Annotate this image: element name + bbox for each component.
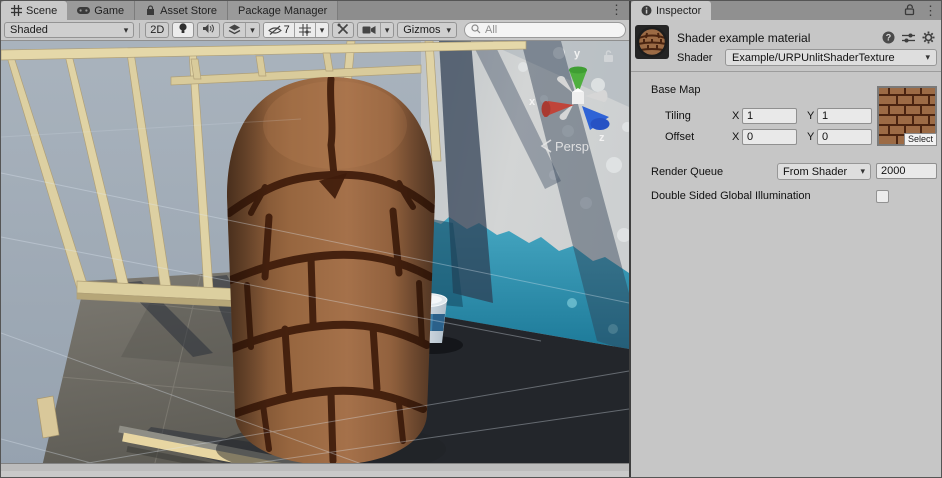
- grid-dropdown-icon[interactable]: ▾: [315, 23, 329, 37]
- material-inspector: Shader example material ?: [631, 20, 941, 477]
- tab-scene[interactable]: Scene: [1, 1, 67, 20]
- help-icon[interactable]: ?: [882, 31, 895, 47]
- material-title: Shader example material: [677, 31, 810, 45]
- gizmo-center-cube[interactable]: [572, 92, 584, 104]
- offset-x-field: [742, 129, 797, 145]
- camera-icon: [358, 23, 380, 37]
- scene-grid-icon: [11, 5, 22, 16]
- header-separator: [631, 71, 941, 72]
- grid-snap-button[interactable]: [294, 23, 315, 37]
- gear-icon[interactable]: [922, 31, 935, 47]
- render-queue-label: Render Queue: [651, 166, 723, 178]
- scene-tabbar: Scene Game Asset Store Package Manager: [1, 1, 629, 20]
- unlock-icon[interactable]: [904, 3, 916, 19]
- projection-label[interactable]: Persp: [555, 139, 589, 154]
- brick-capsule-object[interactable]: [227, 77, 435, 465]
- gizmo-x-label: x: [529, 96, 536, 108]
- shading-mode-label: Shaded: [10, 24, 48, 36]
- tab-game-label: Game: [94, 5, 124, 17]
- effects-icon: [224, 23, 245, 37]
- search-input[interactable]: [485, 24, 605, 36]
- camera-dropdown-icon: ▾: [380, 23, 394, 37]
- base-map-texture-thumbnail[interactable]: Select: [877, 86, 937, 146]
- offset-x-input[interactable]: [743, 130, 796, 144]
- material-header: Shader example material ?: [631, 20, 941, 70]
- tab-game[interactable]: Game: [67, 1, 135, 20]
- shopping-bag-icon: [145, 5, 156, 16]
- shading-mode-dropdown[interactable]: Shaded ▾: [4, 22, 134, 38]
- tiling-y-label: Y: [807, 110, 814, 122]
- render-queue-mode: From Shader: [783, 166, 847, 178]
- hidden-count-label: 7: [284, 24, 290, 36]
- toolbar-separator: [139, 23, 140, 38]
- audio-toggle-button[interactable]: [197, 22, 220, 38]
- painted-wall: [421, 41, 629, 351]
- gizmos-label: Gizmos: [403, 24, 440, 36]
- effects-dropdown-icon: ▾: [245, 23, 259, 37]
- effects-split-button[interactable]: ▾: [223, 22, 259, 38]
- shader-dropdown[interactable]: Example/URPUnlitShaderTexture ▾: [725, 49, 937, 66]
- tab-scene-label: Scene: [26, 5, 57, 17]
- gizmo-y-label: y: [574, 48, 581, 60]
- tab-asset-store[interactable]: Asset Store: [135, 1, 228, 20]
- inspector-panel: Inspector ⋮: [631, 1, 941, 477]
- lightbulb-icon: [177, 22, 189, 38]
- camera-split-button[interactable]: ▾: [357, 22, 394, 38]
- render-queue-value-input[interactable]: [877, 164, 936, 178]
- lighting-toggle-button[interactable]: [172, 22, 194, 38]
- shader-chevron-icon: ▾: [925, 52, 930, 63]
- double-sided-gi-checkbox[interactable]: [876, 190, 889, 203]
- hidden-objects-button[interactable]: 7: [264, 23, 294, 37]
- render-queue-chevron-icon: ▾: [860, 166, 865, 177]
- tab-asset-store-label: Asset Store: [160, 5, 217, 17]
- component-tools-button[interactable]: [332, 22, 354, 38]
- tiling-y-input[interactable]: [818, 109, 871, 123]
- svg-text:?: ?: [886, 33, 892, 43]
- tiling-x-input[interactable]: [743, 109, 796, 123]
- gizmo-z-label: z: [599, 132, 605, 144]
- tab-package-manager[interactable]: Package Manager: [228, 1, 338, 20]
- scene-toolbar: Shaded ▾ 2D: [1, 20, 629, 41]
- tools-icon: [337, 23, 349, 38]
- offset-label: Offset: [665, 131, 694, 143]
- shader-label: Shader: [677, 52, 712, 64]
- texture-select-button[interactable]: Select: [904, 133, 937, 146]
- render-queue-dropdown[interactable]: From Shader ▾: [777, 163, 871, 180]
- base-map-label: Base Map: [651, 84, 701, 96]
- offset-y-field: [817, 129, 872, 145]
- gizmos-chevron-icon: ▾: [446, 25, 451, 36]
- offset-y-label: Y: [807, 131, 814, 143]
- gizmos-dropdown[interactable]: Gizmos ▾: [397, 22, 457, 38]
- presets-icon[interactable]: [902, 32, 915, 47]
- inspector-tabbar: Inspector ⋮: [631, 1, 941, 20]
- speaker-icon: [202, 23, 215, 37]
- chevron-down-icon: ▾: [124, 25, 129, 36]
- tiling-x-label: X: [732, 110, 739, 122]
- tiling-y-field: [817, 108, 872, 124]
- visibility-grid-group: 7 ▾: [263, 22, 329, 38]
- offset-x-label: X: [732, 131, 739, 143]
- unity-editor-window: Scene Game Asset Store Package Manager: [0, 0, 942, 478]
- scene-viewport[interactable]: y x z Persp: [1, 41, 629, 471]
- tab-package-manager-label: Package Manager: [238, 5, 327, 17]
- tiling-x-field: [742, 108, 797, 124]
- offset-y-input[interactable]: [818, 130, 871, 144]
- render-queue-value-field: [876, 163, 937, 179]
- inspector-menu-icon[interactable]: ⋮: [924, 3, 937, 19]
- viewport-bottom-strip: [1, 463, 629, 471]
- tab-inspector[interactable]: Inspector: [631, 1, 711, 20]
- scene-panel: Scene Game Asset Store Package Manager: [1, 1, 629, 477]
- 2d-toggle-button[interactable]: 2D: [145, 22, 169, 38]
- 2d-label: 2D: [150, 24, 164, 36]
- material-preview-sphere[interactable]: [635, 25, 669, 59]
- double-sided-gi-label: Double Sided Global Illumination: [651, 190, 811, 202]
- info-icon: [641, 5, 652, 16]
- tab-inspector-label: Inspector: [656, 5, 701, 17]
- shader-dropdown-value: Example/URPUnlitShaderTexture: [732, 52, 895, 64]
- scene-search-field[interactable]: [464, 22, 626, 38]
- scene-panel-menu-icon[interactable]: ⋮: [610, 2, 623, 18]
- tiling-label: Tiling: [665, 110, 691, 122]
- search-icon: [471, 24, 481, 37]
- gamepad-icon: [77, 6, 90, 15]
